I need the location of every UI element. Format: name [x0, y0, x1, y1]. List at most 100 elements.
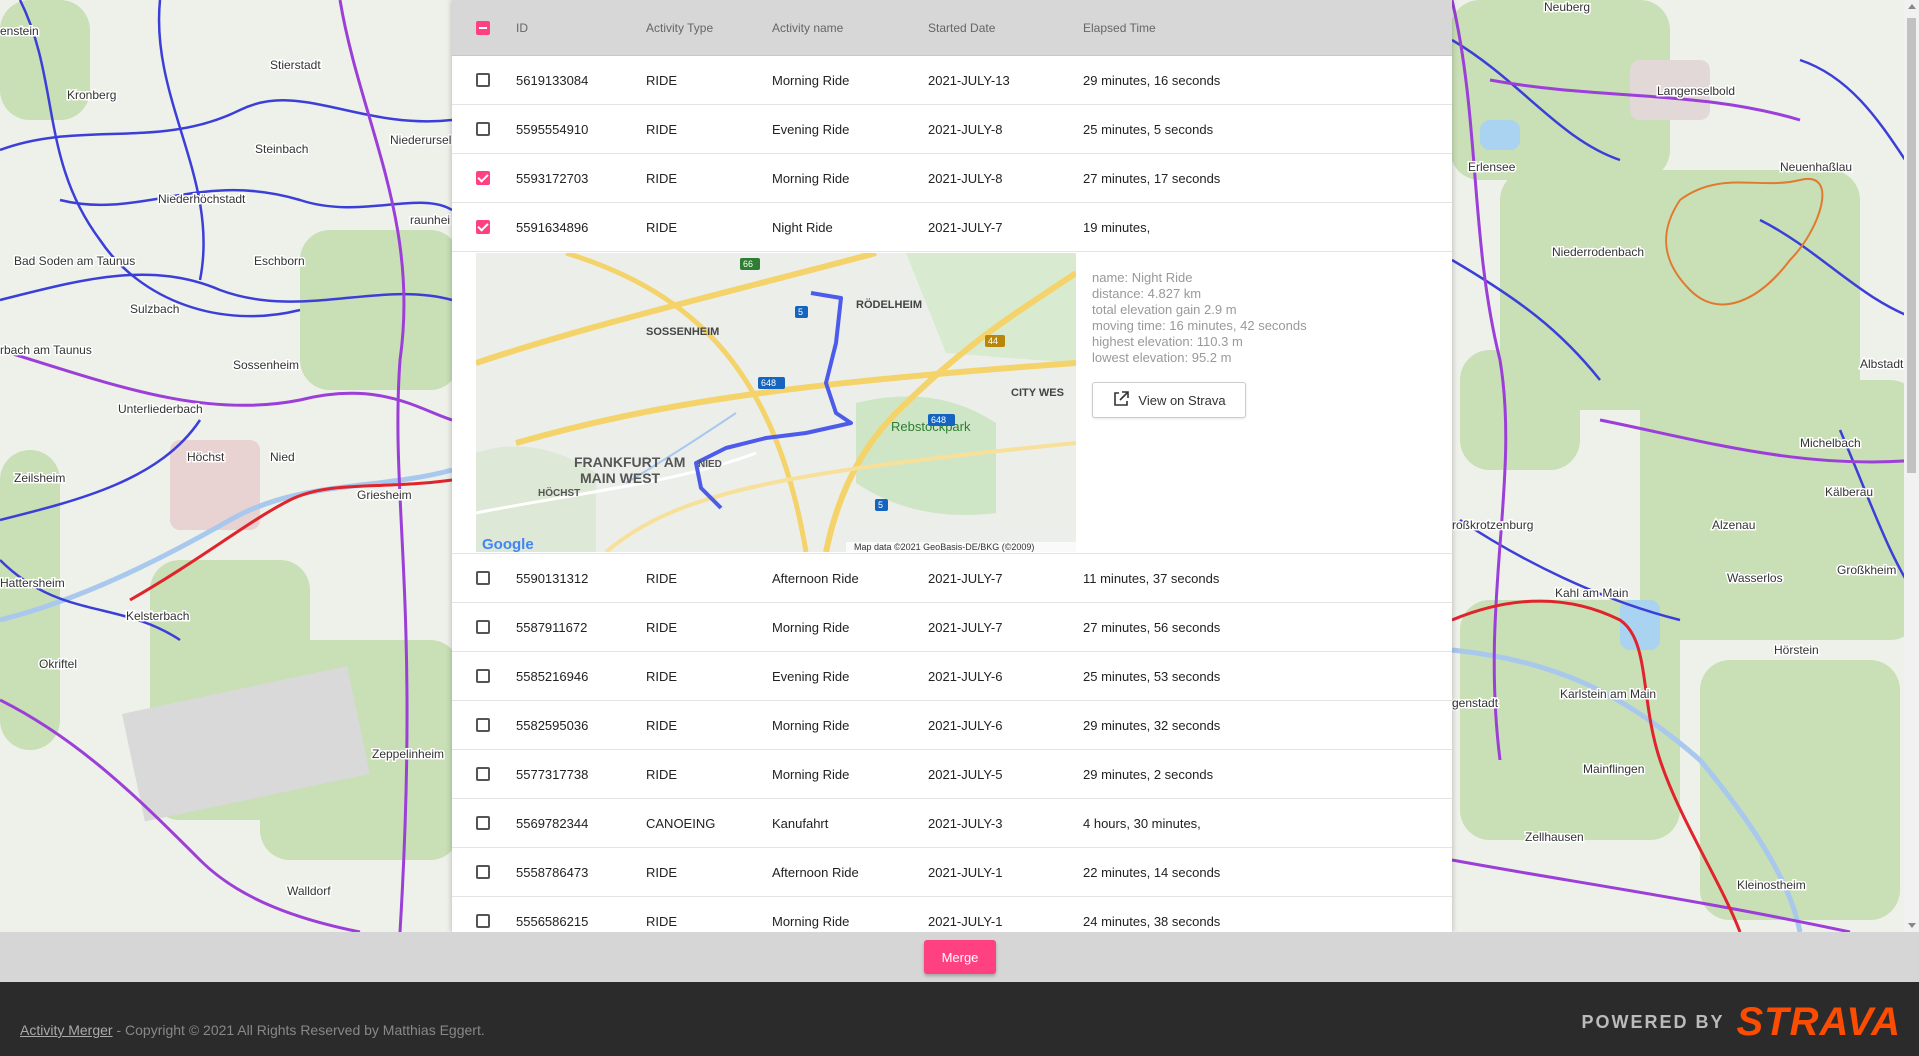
rows-top: 5619133084 RIDE Morning Ride 2021-JULY-13 29… — [452, 56, 1452, 252]
view-on-strava-button[interactable]: View on Strava — [1092, 382, 1246, 418]
activity-id: 5619133084 — [516, 72, 589, 88]
scroll-down-arrow[interactable] — [1908, 923, 1916, 928]
elapsed-time: 27 minutes, 56 seconds — [1083, 619, 1221, 635]
rows-bottom: 5590131312 RIDE Afternoon Ride 2021-JULY-7 1… — [452, 554, 1452, 932]
road-badge-label: 648 — [931, 415, 946, 425]
place-label: Niederhöchstadt — [158, 192, 246, 206]
row-checkbox[interactable] — [476, 816, 490, 830]
activity-name: Kanufahrt — [772, 815, 829, 831]
elapsed-time: 25 minutes, 53 seconds — [1083, 668, 1221, 684]
place-label: raunhei — [410, 213, 450, 227]
row-checkbox[interactable] — [476, 220, 490, 234]
activity-type: RIDE — [646, 913, 678, 929]
select-all-checkbox[interactable] — [476, 20, 490, 35]
place-label: Kelsterbach — [126, 609, 189, 623]
place-label: Kahl am Main — [1555, 586, 1628, 600]
started-date: 2021-JULY-7 — [928, 619, 1003, 635]
place-label: Alzenau — [1712, 518, 1755, 532]
activity-type: CANOEING — [646, 815, 716, 831]
table-header: ID Activity Type Activity name Started D… — [452, 0, 1452, 56]
row-checkbox-cell — [452, 669, 516, 683]
row-checkbox[interactable] — [476, 718, 490, 732]
table-row[interactable]: 5582595036 RIDE Morning Ride 2021-JULY-6 29 … — [452, 701, 1452, 750]
activity-id: 5582595036 — [516, 717, 589, 733]
elapsed-time: 11 minutes, 37 seconds — [1083, 570, 1220, 586]
place-label: Großkheim — [1837, 563, 1896, 577]
road-badge-label: 5 — [798, 307, 803, 317]
header-id[interactable]: ID — [516, 21, 646, 35]
activity-table: ID Activity Type Activity name Started D… — [452, 0, 1452, 932]
row-checkbox-cell — [452, 620, 516, 634]
table-row[interactable]: 5587911672 RIDE Morning Ride 2021-JULY-7 27 … — [452, 603, 1452, 652]
activity-id: 5593172703 — [516, 170, 589, 186]
header-started-date[interactable]: Started Date — [928, 21, 1083, 35]
activity-name: Morning Ride — [772, 913, 850, 929]
started-date: 2021-JULY-6 — [928, 717, 1003, 733]
started-date: 2021-JULY-1 — [928, 864, 1003, 880]
elapsed-time: 25 minutes, 5 seconds — [1083, 121, 1214, 137]
activity-id: 5569782344 — [516, 815, 589, 831]
map-place-label: RÖDELHEIM — [856, 298, 922, 311]
lake — [1480, 120, 1520, 150]
started-date: 2021-JULY-7 — [928, 219, 1003, 235]
row-checkbox[interactable] — [476, 571, 490, 585]
forest-area — [0, 0, 90, 120]
row-checkbox[interactable] — [476, 865, 490, 879]
header-elapsed-time[interactable]: Elapsed Time — [1083, 21, 1383, 35]
activity-id: 5595554910 — [516, 121, 589, 137]
google-logo: Google — [482, 536, 534, 552]
scroll-up-arrow[interactable] — [1908, 4, 1916, 9]
row-checkbox[interactable] — [476, 122, 490, 136]
table-row[interactable]: 5569782344 CANOEING Kanufahrt 2021-JULY-3 4 … — [452, 799, 1452, 848]
row-checkbox[interactable] — [476, 73, 490, 87]
table-row[interactable]: 5590131312 RIDE Afternoon Ride 2021-JULY-7 1… — [452, 554, 1452, 603]
row-checkbox[interactable] — [476, 767, 490, 781]
activity-name: Morning Ride — [772, 717, 850, 733]
row-checkbox[interactable] — [476, 171, 490, 185]
forest-area — [1460, 350, 1580, 470]
place-label: Niederursel — [390, 133, 451, 147]
activity-name: Afternoon Ride — [772, 570, 859, 586]
activity-type: RIDE — [646, 668, 678, 684]
header-activity-name[interactable]: Activity name — [772, 21, 928, 35]
row-checkbox[interactable] — [476, 914, 490, 928]
scrollbar-thumb[interactable] — [1907, 18, 1916, 473]
table-row[interactable]: 5593172703 RIDE Morning Ride 2021-JULY-8 27 … — [452, 154, 1452, 203]
page-scrollbar[interactable] — [1904, 0, 1919, 932]
row-checkbox[interactable] — [476, 620, 490, 634]
table-row[interactable]: 5558786473 RIDE Afternoon Ride 2021-JULY-1 2… — [452, 848, 1452, 897]
table-row[interactable]: 5577317738 RIDE Morning Ride 2021-JULY-5 29 … — [452, 750, 1452, 799]
activity-id: 5558786473 — [516, 864, 589, 880]
place-label: Kronberg — [67, 88, 116, 102]
activity-name: Morning Ride — [772, 766, 850, 782]
place-label: Eschborn — [254, 254, 305, 268]
activity-id: 5556586215 — [516, 913, 589, 929]
road-badge-label: 5 — [878, 500, 883, 510]
place-label: Nied — [270, 450, 295, 464]
activity-route-map[interactable]: RÖDELHEIM SOSSENHEIM CITY WES Rebstockpark F… — [476, 253, 1076, 552]
row-checkbox-cell — [452, 73, 516, 87]
table-row[interactable]: 5585216946 RIDE Evening Ride 2021-JULY-6 25 … — [452, 652, 1452, 701]
place-label: Erlensee — [1468, 160, 1516, 174]
table-row[interactable]: 5619133084 RIDE Morning Ride 2021-JULY-13 29… — [452, 56, 1452, 105]
table-row[interactable]: 5556586215 RIDE Morning Ride 2021-JULY-1 24 … — [452, 897, 1452, 932]
strava-logo: STRAVA — [1736, 1000, 1901, 1044]
external-link-icon — [1112, 390, 1130, 411]
row-checkbox-cell — [452, 122, 516, 136]
table-row[interactable]: 5595554910 RIDE Evening Ride 2021-JULY-8 25 … — [452, 105, 1452, 154]
header-activity-type[interactable]: Activity Type — [646, 21, 772, 35]
table-row[interactable]: 5591634896 RIDE Night Ride 2021-JULY-7 19 mi… — [452, 203, 1452, 252]
map-place-label: FRANKFURT AM — [574, 454, 685, 470]
merge-button[interactable]: Merge — [924, 940, 996, 974]
place-label: Bad Soden am Taunus — [14, 254, 135, 268]
stat-line: lowest elevation: 95.2 m — [1092, 350, 1232, 365]
copyright-text: - Copyright © 2021 All Rights Reserved b… — [112, 1022, 485, 1038]
footer-copyright: Activity Merger - Copyright © 2021 All R… — [20, 1022, 485, 1038]
row-checkbox[interactable] — [476, 669, 490, 683]
road-badge-label: 648 — [761, 378, 776, 388]
activity-type: RIDE — [646, 619, 678, 635]
activity-type: RIDE — [646, 570, 678, 586]
activity-id: 5591634896 — [516, 219, 589, 235]
activity-merger-link[interactable]: Activity Merger — [20, 1022, 113, 1038]
place-label: Niederrodenbach — [1552, 245, 1644, 259]
